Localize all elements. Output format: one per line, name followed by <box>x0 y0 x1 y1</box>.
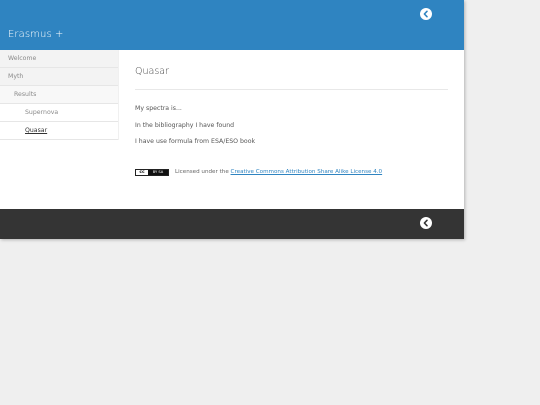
site-title[interactable]: Erasmus + <box>8 29 64 40</box>
sidebar-item-supernova[interactable]: Supernova <box>0 104 118 122</box>
sidebar-item-myth[interactable]: Myth <box>0 68 118 86</box>
license-text: Licensed under the Creative Commons Attr… <box>175 169 382 176</box>
license-link[interactable]: Creative Commons Attribution Share Alike… <box>231 169 383 175</box>
sidebar-nav: Welcome Myth Results Supernova Quasar <box>0 50 119 140</box>
app-window: Erasmus + Welcome Myth Results Supernova… <box>0 0 464 239</box>
sidebar-item-welcome[interactable]: Welcome <box>0 50 118 68</box>
chevron-left-circle-icon <box>423 10 428 18</box>
cc-badge-right: BY SA <box>148 170 168 175</box>
sidebar-item-results[interactable]: Results <box>0 86 118 104</box>
paragraph-formula: I have use formula from ESA/ESO book <box>135 138 256 145</box>
license-prefix: Licensed under the <box>175 169 231 175</box>
page-title: Quasar <box>135 66 169 77</box>
back-button[interactable] <box>420 8 432 20</box>
paragraph-bibliography: In the bibliography I have found <box>135 122 235 129</box>
sidebar-item-quasar[interactable]: Quasar <box>0 122 118 140</box>
cc-badge-left: cc <box>136 170 148 175</box>
paragraph-spectra: My spectra is... <box>135 105 182 112</box>
chevron-left-circle-icon <box>423 219 428 227</box>
header-bar: Erasmus + <box>0 0 464 50</box>
cc-license-badge[interactable]: cc BY SA <box>135 169 169 176</box>
title-divider <box>135 89 448 90</box>
footer-back-button[interactable] <box>420 217 432 229</box>
footer-bar <box>0 209 464 239</box>
